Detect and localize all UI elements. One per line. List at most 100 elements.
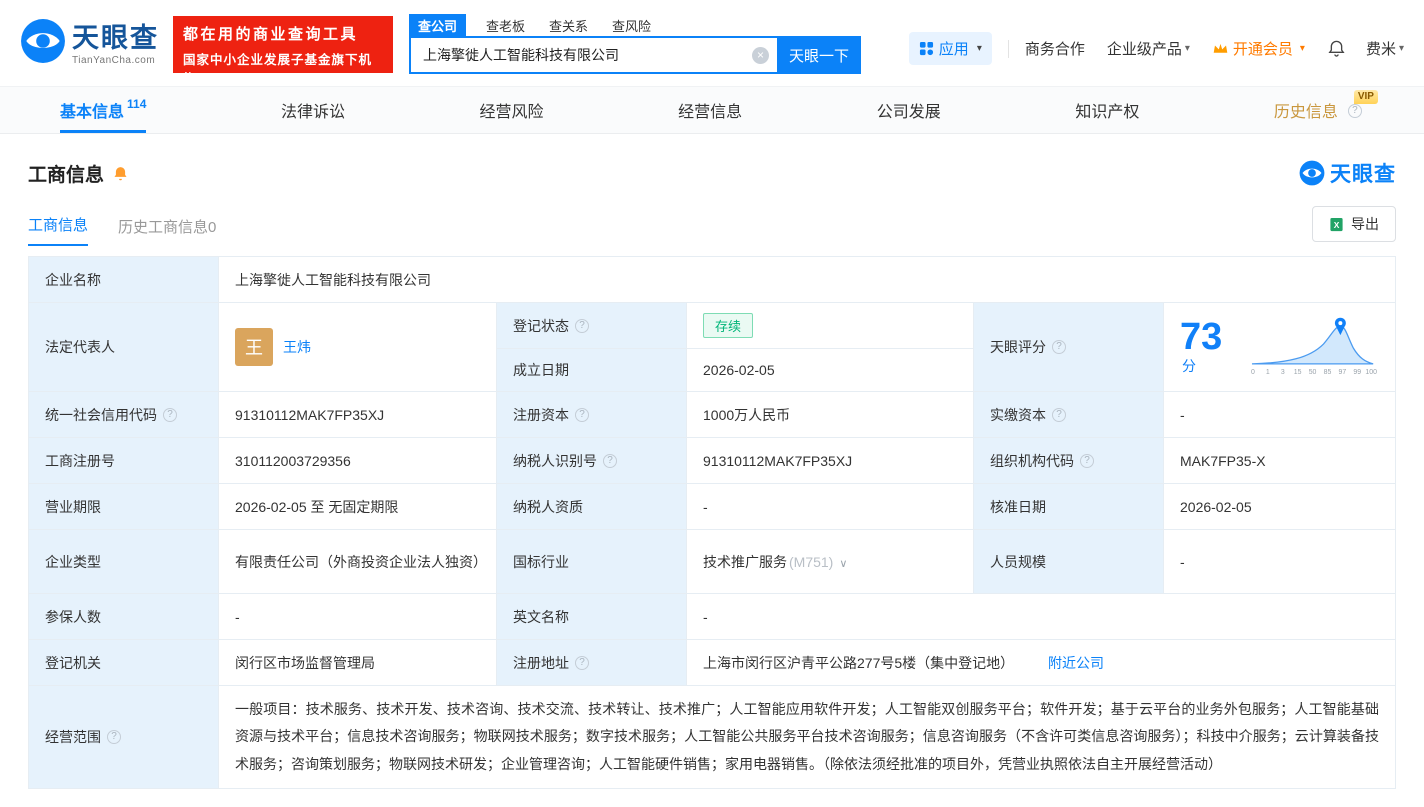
help-icon[interactable]: ? bbox=[163, 407, 177, 422]
help-icon[interactable]: ? bbox=[603, 453, 617, 468]
chevron-down-icon: ▾ bbox=[1299, 43, 1305, 54]
tianyancha-logo[interactable]: 天眼查 TianYanCha.com bbox=[20, 16, 159, 66]
vip-membership-link[interactable]: 开通会员 ▾ bbox=[1212, 38, 1305, 59]
industry-code: (M751) bbox=[789, 553, 834, 570]
search-tab-company[interactable]: 查公司 bbox=[409, 13, 467, 37]
approval-date-label: 核准日期 bbox=[973, 483, 1164, 530]
search-area: 查公司 查老板 查关系 查风险 × 天眼一下 bbox=[409, 13, 861, 74]
watermark-brand: 天眼查 bbox=[1299, 158, 1396, 188]
table-row: 参保人数 - 英文名称 - bbox=[28, 593, 1396, 640]
insured-count-label: 参保人数 bbox=[28, 593, 219, 640]
search-tab-risk[interactable]: 查风险 bbox=[612, 16, 651, 35]
company-name-label: 企业名称 bbox=[28, 256, 219, 303]
svg-text:99: 99 bbox=[1353, 369, 1361, 376]
clear-icon[interactable]: × bbox=[752, 46, 769, 64]
table-row: 企业类型 有限责任公司（外商投资企业法人独资） 国标行业 技术推广服务 (M751… bbox=[28, 529, 1396, 594]
help-icon[interactable]: ? bbox=[575, 318, 589, 333]
section-header: 工商信息 天眼查 bbox=[28, 158, 1396, 188]
top-header: 天眼查 TianYanCha.com 都在用的商业查询工具 国家中小企业发展子基… bbox=[0, 0, 1424, 86]
taxpayer-quality-value: - bbox=[686, 483, 974, 530]
svg-text:3: 3 bbox=[1281, 369, 1285, 376]
subtab-history-business-info[interactable]: 历史工商信息0 bbox=[118, 216, 216, 246]
status-badge: 存续 bbox=[703, 313, 754, 338]
business-term-value: 2026-02-05 至 无固定期限 bbox=[218, 483, 497, 530]
legal-rep-link[interactable]: 王炜 bbox=[283, 337, 311, 357]
enterprise-products-link[interactable]: 企业级产品 ▾ bbox=[1107, 38, 1190, 59]
tab-basic-info[interactable]: 基本信息 114 bbox=[60, 87, 147, 133]
logo-text: 天眼查 TianYanCha.com bbox=[72, 16, 159, 66]
vip-badge: VIP bbox=[1353, 90, 1378, 104]
tab-operating-risk[interactable]: 经营风险 bbox=[480, 87, 544, 133]
score-chart-ticks: 0 1 3 15 50 85 97 99 100 bbox=[1251, 369, 1377, 376]
tianyancha-logo-icon bbox=[21, 19, 65, 63]
search-row: × 天眼一下 bbox=[409, 36, 861, 74]
tab-basic-info-label: 基本信息 bbox=[60, 104, 125, 121]
reg-status-label: 登记状态? bbox=[496, 302, 687, 349]
legal-rep-avatar[interactable]: 王 bbox=[235, 328, 273, 366]
search-tab-relation[interactable]: 查关系 bbox=[549, 16, 588, 35]
watermark-brand-name: 天眼查 bbox=[1330, 163, 1396, 186]
subtab-business-info[interactable]: 工商信息 bbox=[28, 214, 89, 246]
notification-bell-icon[interactable] bbox=[1327, 39, 1346, 58]
insured-count-value: - bbox=[218, 593, 497, 640]
search-input[interactable] bbox=[423, 47, 752, 63]
svg-text:50: 50 bbox=[1309, 369, 1317, 376]
search-button[interactable]: 天眼一下 bbox=[777, 36, 861, 74]
subtab-row: 工商信息 历史工商信息0 X 导出 bbox=[28, 206, 1396, 246]
tab-basic-info-count: 114 bbox=[127, 97, 147, 111]
search-tabs: 查公司 查老板 查关系 查风险 bbox=[409, 13, 861, 37]
staff-size-value: - bbox=[1163, 529, 1396, 594]
export-button[interactable]: X 导出 bbox=[1312, 206, 1396, 242]
help-icon[interactable]: ? bbox=[1052, 340, 1066, 354]
paid-capital-value: - bbox=[1163, 391, 1396, 438]
company-type-label: 企业类型 bbox=[28, 529, 219, 594]
reg-status-value: 存续 bbox=[686, 302, 974, 349]
apps-button[interactable]: 应用 ▾ bbox=[908, 32, 992, 65]
business-info-table: 企业名称 上海擎徙人工智能科技有限公司 法定代表人 王 王炜 登记状态? 存续 … bbox=[28, 256, 1396, 789]
vip-membership-label: 开通会员 bbox=[1232, 41, 1293, 58]
svg-text:0: 0 bbox=[1251, 369, 1255, 376]
chevron-down-icon[interactable]: ∨ bbox=[839, 558, 847, 570]
excel-icon: X bbox=[1330, 217, 1343, 231]
taxpayer-id-label: 纳税人识别号? bbox=[496, 437, 687, 484]
search-box: × bbox=[409, 36, 777, 74]
establish-date-value: 2026-02-05 bbox=[686, 348, 974, 392]
chevron-down-icon: ▾ bbox=[976, 43, 982, 54]
svg-text:1: 1 bbox=[1266, 369, 1270, 376]
tab-operating-label: 经营信息 bbox=[678, 104, 743, 121]
search-tab-boss[interactable]: 查老板 bbox=[486, 16, 525, 35]
tab-legal-proceedings[interactable]: 法律诉讼 bbox=[281, 87, 345, 133]
promo-banner-line1: 都在用的商业查询工具 bbox=[183, 26, 359, 43]
tab-intellectual-property[interactable]: 知识产权 bbox=[1075, 87, 1139, 133]
org-code-label: 组织机构代码? bbox=[973, 437, 1164, 484]
establish-date-label: 成立日期 bbox=[496, 348, 687, 392]
staff-size-label: 人员规模 bbox=[973, 529, 1164, 594]
business-cooperation-label: 商务合作 bbox=[1024, 41, 1085, 58]
help-icon[interactable]: ? bbox=[1080, 453, 1094, 468]
help-icon[interactable]: ? bbox=[1347, 104, 1362, 118]
score-distribution-chart: 0 1 3 15 50 85 97 99 100 bbox=[1251, 317, 1377, 376]
company-nav-tabs: 基本信息 114 法律诉讼 经营风险 经营信息 公司发展 知识产权 历史信息 V… bbox=[0, 86, 1424, 134]
reg-number-label: 工商注册号 bbox=[28, 437, 219, 484]
header-nav: 应用 ▾ 商务合作 企业级产品 ▾ 开通会员 ▾ 费米 ▾ bbox=[908, 32, 1404, 65]
score-number: 73分 bbox=[1180, 316, 1223, 374]
table-row: 工商注册号 310112003729356 纳税人识别号? 91310112MA… bbox=[28, 437, 1396, 484]
brand-domain: TianYanCha.com bbox=[72, 55, 156, 66]
score-value: 73分 0 1 3 15 50 85 97 99 100 bbox=[1163, 302, 1396, 392]
help-icon[interactable]: ? bbox=[1052, 407, 1066, 422]
table-row: 登记机关 闵行区市场监督管理局 注册地址? 上海市闵行区沪青平公路277号5楼（… bbox=[28, 639, 1396, 686]
help-icon[interactable]: ? bbox=[575, 407, 589, 422]
user-menu[interactable]: 费米 ▾ bbox=[1366, 38, 1404, 59]
english-name-value: - bbox=[686, 593, 1396, 640]
tab-operating-info[interactable]: 经营信息 bbox=[678, 87, 742, 133]
help-icon[interactable]: ? bbox=[107, 729, 121, 744]
reg-number-value: 310112003729356 bbox=[218, 437, 497, 484]
apps-grid-icon bbox=[919, 41, 933, 56]
nearby-companies-link[interactable]: 附近公司 bbox=[1048, 655, 1104, 671]
business-cooperation-link[interactable]: 商务合作 bbox=[1025, 38, 1085, 59]
subscribe-bell-icon[interactable] bbox=[112, 165, 129, 182]
tab-company-development[interactable]: 公司发展 bbox=[877, 87, 941, 133]
taxpayer-id-value: 91310112MAK7FP35XJ bbox=[686, 437, 974, 484]
tab-history-info[interactable]: 历史信息 VIP ? bbox=[1274, 87, 1378, 133]
help-icon[interactable]: ? bbox=[575, 655, 589, 670]
